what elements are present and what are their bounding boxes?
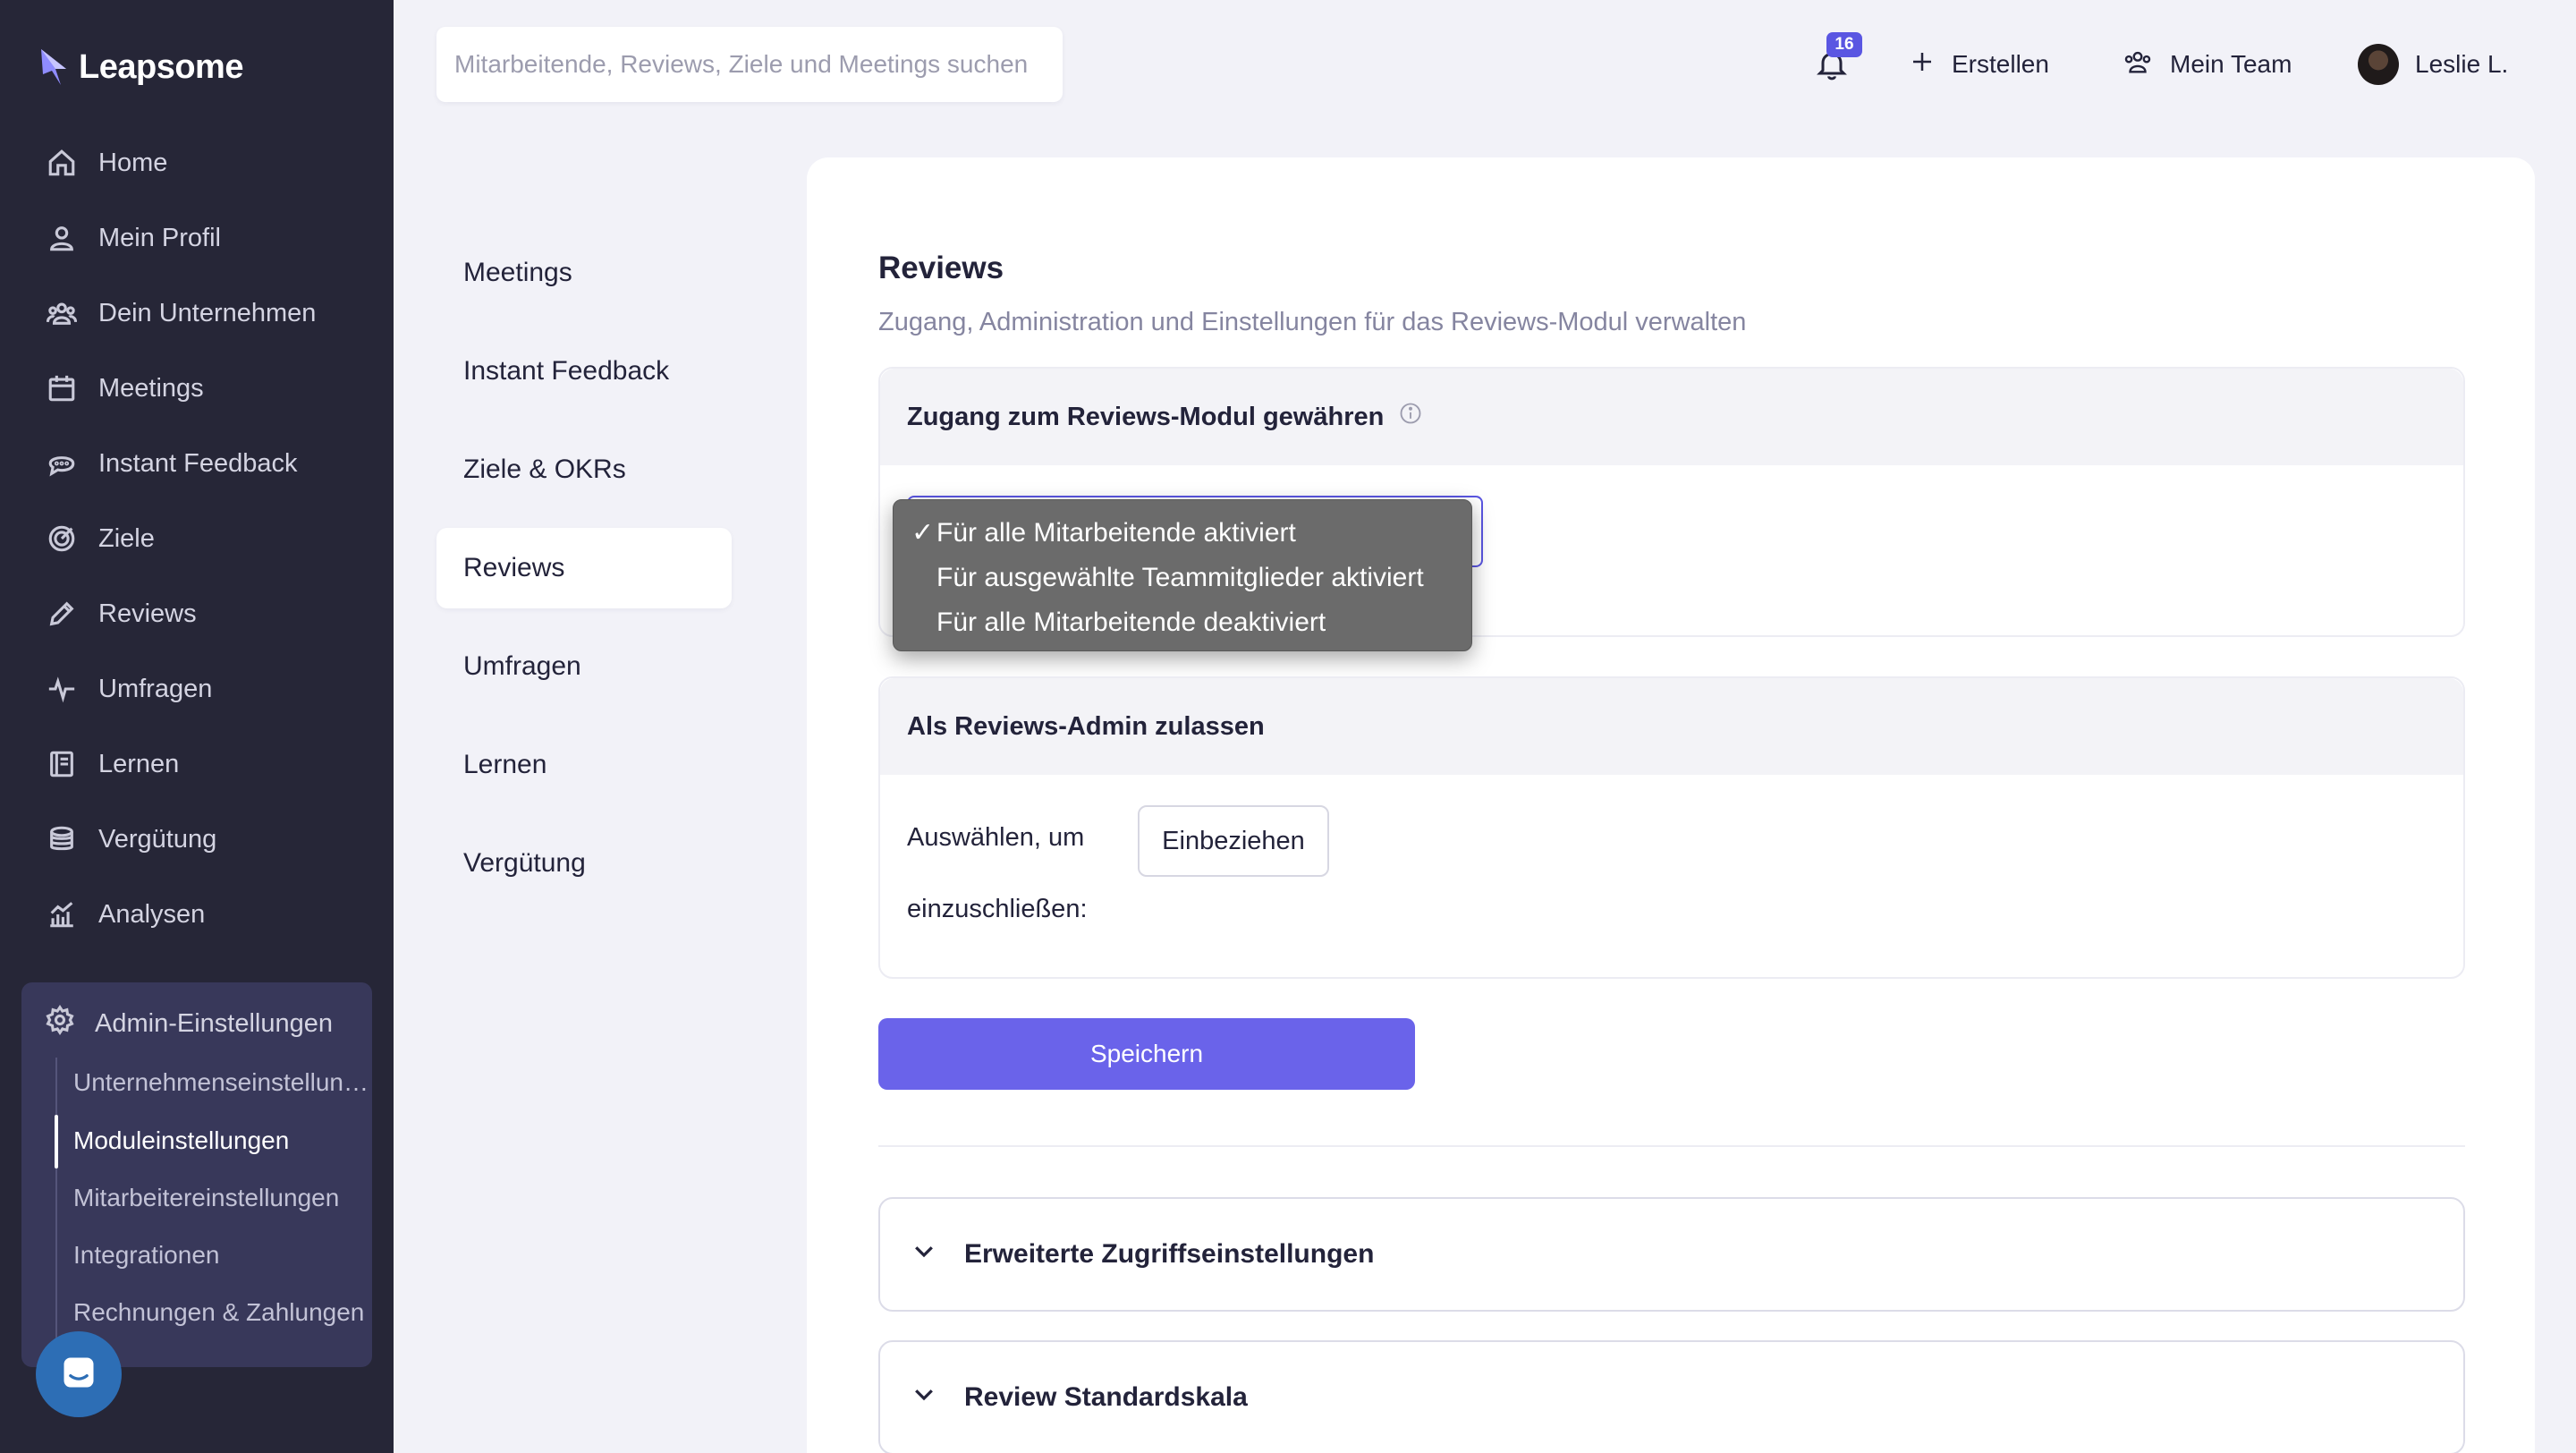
sidebar-item-label: Vergütung (98, 824, 217, 854)
logo[interactable]: Leapsome (39, 45, 243, 89)
target-icon (45, 522, 79, 556)
chevron-down-icon (911, 1381, 937, 1415)
sidebar-item-label: Ziele (98, 523, 155, 553)
sidebar-item-label: Reviews (98, 599, 197, 628)
dropdown-option-selected-members[interactable]: Für ausgewählte Teammitglieder aktiviert (894, 556, 1471, 600)
team-label: Mein Team (2170, 50, 2292, 78)
notification-badge: 16 (1826, 32, 1862, 57)
sidebar-item-admin-settings[interactable]: Admin-Einstellungen (45, 997, 333, 1050)
page-title: Reviews (878, 251, 1004, 285)
user-icon (45, 221, 79, 255)
chat-widget-icon (59, 1353, 98, 1397)
calendar-icon (45, 371, 79, 405)
pulse-icon (45, 672, 79, 706)
sidebar-item-label: Dein Unternehmen (98, 298, 317, 327)
sidebar-subitem-integrationen[interactable]: Integrationen (73, 1231, 369, 1279)
book-icon (45, 747, 79, 781)
sidebar-subitem-mitarbeitereinstellungen[interactable]: Mitarbeitereinstellungen (73, 1174, 369, 1222)
subnav-ziele-okrs[interactable]: Ziele & OKRs (436, 429, 732, 510)
coins-icon (45, 822, 79, 856)
sidebar-subitem-rechnungen[interactable]: Rechnungen & Zahlungen (73, 1288, 369, 1337)
admin-section: Als Reviews-Admin zulassen Auswählen, um… (878, 676, 2465, 979)
leapsome-logo-icon (39, 47, 75, 87)
sidebar-item-lernen[interactable]: Lernen (45, 737, 376, 791)
sidebar-item-label: Lernen (98, 749, 180, 778)
chat-icon (45, 446, 79, 480)
subnav-instant-feedback[interactable]: Instant Feedback (436, 331, 732, 412)
accordion-review-scale[interactable]: Review Standardskala (878, 1340, 2465, 1453)
sidebar-item-label: Umfragen (98, 674, 213, 703)
page-subtitle: Zugang, Administration und Einstellungen… (878, 308, 1747, 336)
admin-section-title: Als Reviews-Admin zulassen (907, 711, 1265, 741)
divider (878, 1145, 2465, 1147)
subnav-umfragen[interactable]: Umfragen (436, 626, 732, 707)
sidebar-subitem-moduleinstellungen[interactable]: Moduleinstellungen (73, 1117, 369, 1165)
include-button[interactable]: Einbeziehen (1138, 805, 1329, 877)
admin-select-label-line2: einzuschließen: (907, 895, 1088, 923)
team-icon (2122, 47, 2154, 83)
access-section-header: Zugang zum Reviews-Modul gewähren (880, 369, 2463, 465)
my-team-button[interactable]: Mein Team (2122, 36, 2292, 93)
create-label: Erstellen (1952, 50, 2049, 78)
global-search[interactable] (436, 27, 1063, 102)
sidebar-item-reviews[interactable]: Reviews (45, 587, 376, 641)
access-dropdown-menu: ✓ Für alle Mitarbeitende aktiviert Für a… (893, 499, 1472, 651)
support-chat-button[interactable] (36, 1331, 122, 1417)
chart-icon (45, 897, 79, 931)
home-icon (45, 146, 79, 180)
accordion-advanced-access[interactable]: Erweiterte Zugriffseinstellungen (878, 1197, 2465, 1312)
search-input[interactable] (436, 27, 1063, 102)
user-name: Leslie L. (2415, 50, 2509, 78)
admin-select-label-line1: Auswählen, um (907, 823, 1085, 852)
accordion-label: Erweiterte Zugriffseinstellungen (964, 1239, 1375, 1269)
accordion-label: Review Standardskala (964, 1382, 1248, 1412)
sidebar: Leapsome Home Mein Profil Dein Unternehm… (0, 0, 394, 1453)
sidebar-item-label: Meetings (98, 373, 204, 403)
user-menu[interactable]: Leslie L. (2358, 36, 2508, 93)
access-section-title: Zugang zum Reviews-Modul gewähren (907, 402, 1385, 431)
sidebar-item-home[interactable]: Home (45, 136, 376, 190)
save-button[interactable]: Speichern (878, 1018, 1415, 1090)
sidebar-item-analysen[interactable]: Analysen (45, 888, 376, 941)
sidebar-item-instant-feedback[interactable]: Instant Feedback (45, 437, 376, 490)
sidebar-item-label: Home (98, 148, 168, 177)
dropdown-option-all-enabled[interactable]: ✓ Für alle Mitarbeitende aktiviert (894, 511, 1471, 556)
submenu-active-indicator (55, 1115, 58, 1168)
pencil-icon (45, 597, 79, 631)
admin-settings-label: Admin-Einstellungen (95, 1008, 333, 1038)
subnav-lernen[interactable]: Lernen (436, 725, 732, 805)
sidebar-subitem-unternehmenseinstellungen[interactable]: Unternehmenseinstellungen (73, 1058, 369, 1107)
subnav-verguetung[interactable]: Vergütung (436, 823, 732, 904)
sidebar-item-verguetung[interactable]: Vergütung (45, 812, 376, 866)
sidebar-item-mein-profil[interactable]: Mein Profil (45, 211, 376, 265)
gear-icon (45, 1005, 75, 1042)
chevron-down-icon (911, 1237, 937, 1271)
submenu-line (55, 1058, 57, 1353)
sidebar-item-dein-unternehmen[interactable]: Dein Unternehmen (45, 286, 376, 340)
sidebar-item-label: Mein Profil (98, 223, 221, 252)
avatar (2358, 44, 2399, 85)
sidebar-item-ziele[interactable]: Ziele (45, 512, 376, 565)
admin-section-header: Als Reviews-Admin zulassen (880, 678, 2463, 775)
access-section: Zugang zum Reviews-Modul gewähren ✓ Für … (878, 367, 2465, 651)
logo-text: Leapsome (79, 47, 243, 86)
reviews-settings-card: Reviews Zugang, Administration und Einst… (807, 157, 2535, 1453)
subnav-reviews[interactable]: Reviews (436, 528, 732, 608)
sidebar-item-label: Instant Feedback (98, 448, 298, 478)
subnav-meetings[interactable]: Meetings (436, 233, 732, 313)
create-button[interactable]: Erstellen (1909, 36, 2049, 93)
checkmark-icon: ✓ (911, 518, 935, 548)
sidebar-item-meetings[interactable]: Meetings (45, 361, 376, 415)
info-icon[interactable] (1398, 401, 1423, 433)
sidebar-item-umfragen[interactable]: Umfragen (45, 662, 376, 716)
sidebar-item-label: Analysen (98, 899, 206, 929)
dropdown-option-all-disabled[interactable]: Für alle Mitarbeitende deaktiviert (894, 600, 1471, 645)
users-icon (45, 296, 79, 330)
plus-icon (1909, 48, 1936, 81)
